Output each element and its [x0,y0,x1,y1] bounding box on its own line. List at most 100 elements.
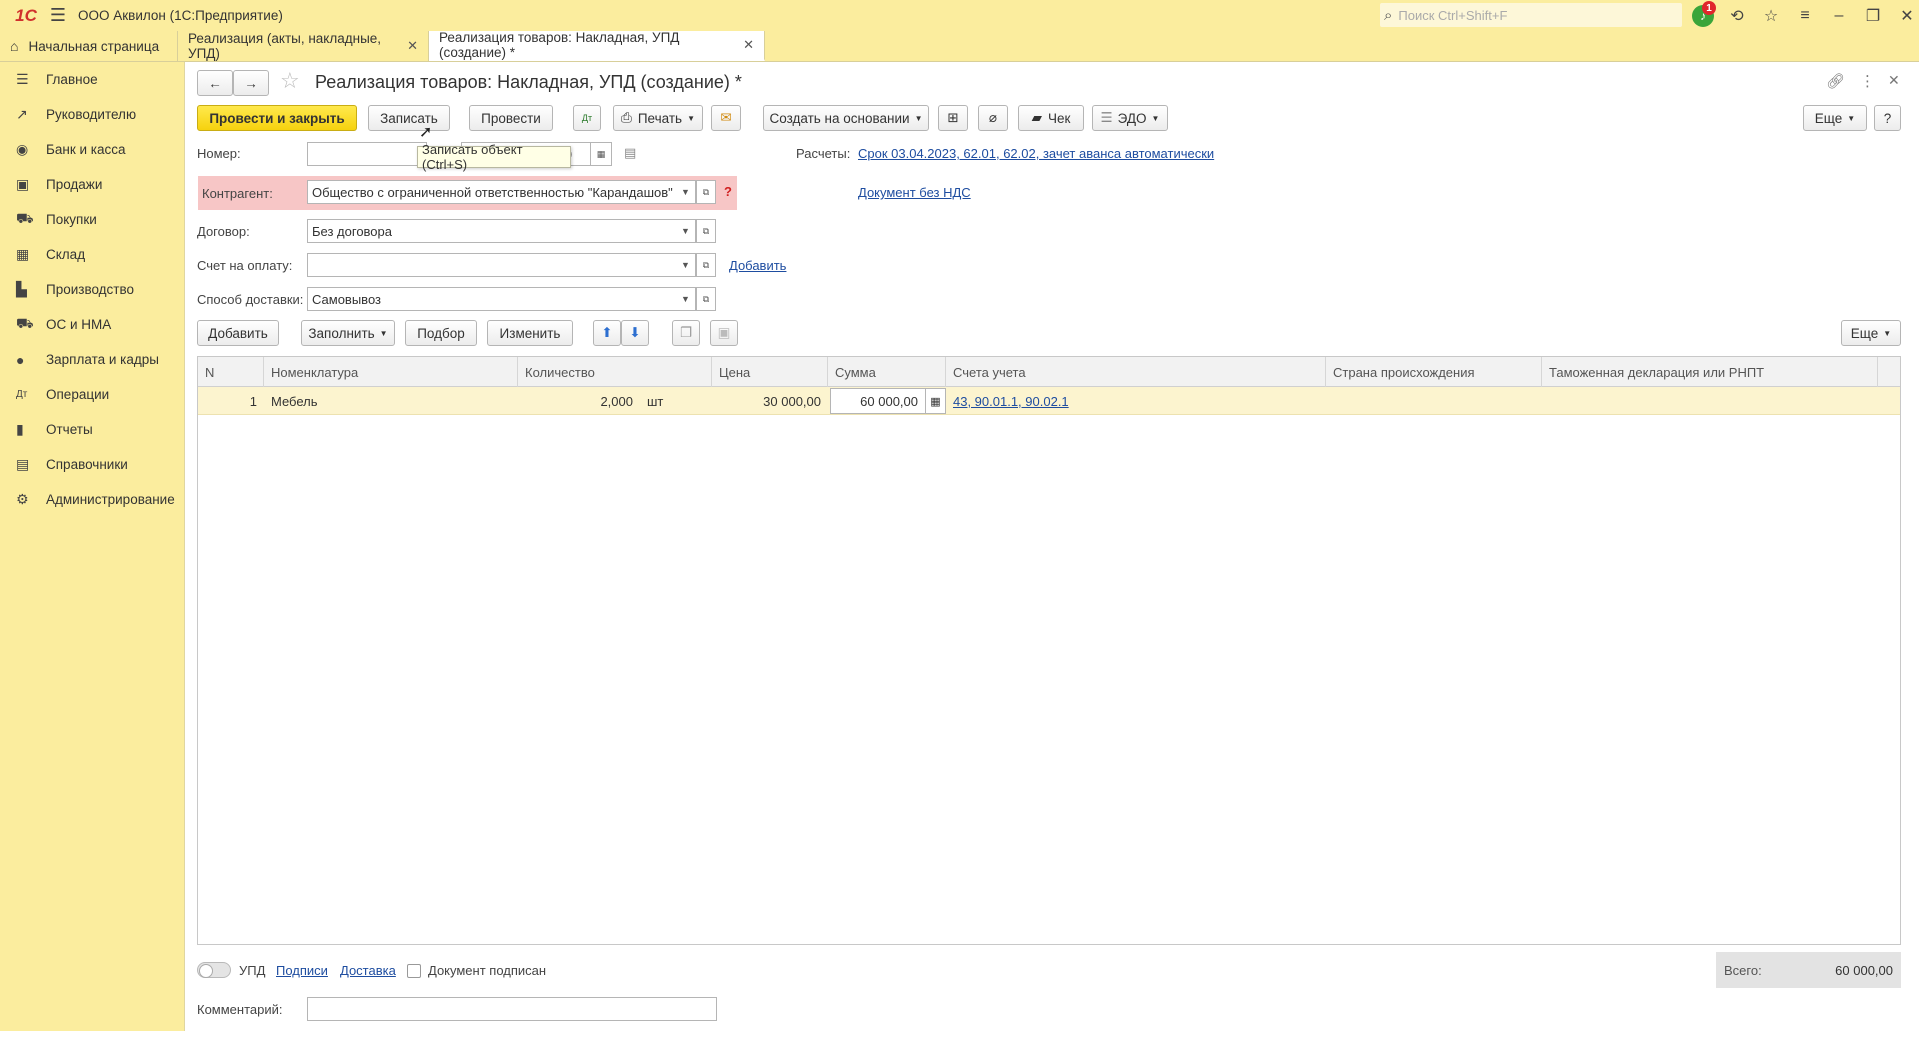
cell-unit[interactable]: шт [640,387,712,415]
column-country[interactable]: Страна происхождения [1326,357,1542,387]
minimize-icon[interactable]: – [1822,0,1856,31]
cell-price[interactable]: 30 000,00 [712,387,828,415]
delivery-dropdown-icon[interactable]: ▼ [676,287,696,311]
pick-button[interactable]: Подбор [405,320,477,346]
add-row-button[interactable]: Добавить [197,320,279,346]
counterparty-dropdown-icon[interactable]: ▼ [676,180,696,204]
copy-rows-icon[interactable]: ❐ [672,320,700,346]
comment-field[interactable] [307,997,717,1021]
more-button[interactable]: Еще ▼ [1803,105,1867,131]
signed-checkbox[interactable] [407,964,421,978]
goods-table: N Номенклатура Количество Цена Сумма Сче… [197,356,1901,945]
fill-button[interactable]: Заполнить ▼ [301,320,395,346]
delivery-field[interactable]: Самовывоз [307,287,677,311]
vat-link[interactable]: Документ без НДС [858,185,971,200]
edo-button[interactable]: ☰ ЭДО ▼ [1092,105,1168,131]
close-tab-icon[interactable]: ✕ [743,37,754,53]
structure-icon[interactable]: ⊞ [938,105,968,131]
invoice-field[interactable] [307,253,677,277]
close-window-icon[interactable]: ✕ [1890,0,1919,31]
column-accounts[interactable]: Счета учета [946,357,1326,387]
table-row[interactable]: 1 Мебель 2,000 шт 30 000,00 60 000,00 ▦ … [198,387,1900,415]
sidebar-item-main[interactable]: ☰ Главное [0,62,184,97]
change-button[interactable]: Изменить [487,320,573,346]
favorites-star-icon[interactable]: ☆ [1754,0,1788,31]
cell-sum-editor[interactable]: 60 000,00 [830,388,926,414]
delivery-link[interactable]: Доставка [340,963,396,978]
sidebar-item-assets[interactable]: ⛟ ОС и НМА [0,307,184,342]
sidebar-item-production[interactable]: ▙ Производство [0,272,184,307]
search-placeholder: Поиск Ctrl+Shift+F [1398,7,1508,23]
sidebar-item-salary[interactable]: ● Зарплата и кадры [0,342,184,377]
number-field[interactable] [307,142,427,166]
sidebar-item-sales[interactable]: ▣ Продажи [0,167,184,202]
column-qty[interactable]: Количество [518,357,712,387]
counterparty-field[interactable]: Общество с ограниченной ответственностью… [307,180,677,204]
attachment-icon[interactable]: ⌀ [978,105,1008,131]
restore-icon[interactable]: ❐ [1856,0,1890,31]
forward-button[interactable]: → [233,70,269,96]
tab-home[interactable]: ⌂ Начальная страница [0,31,178,61]
hamburger-menu-icon[interactable]: ☰ [44,0,72,31]
delivery-open-icon[interactable]: ⧉ [696,287,716,311]
notifications-bell-icon[interactable]: ♪ 1 [1686,0,1720,31]
back-button[interactable]: ← [197,70,233,96]
help-button[interactable]: ? [1874,105,1901,131]
cell-customs[interactable] [1542,387,1878,415]
sidebar-item-admin[interactable]: ⚙ Администрирование [0,482,184,517]
contract-open-icon[interactable]: ⧉ [696,219,716,243]
column-sum[interactable]: Сумма [828,357,946,387]
settlements-link[interactable]: Срок 03.04.2023, 62.01, 62.02, зачет ава… [858,146,1214,161]
paste-rows-icon[interactable]: ▣ [710,320,738,346]
search-input[interactable]: ⌕ Поиск Ctrl+Shift+F [1380,3,1682,27]
sidebar-item-catalogs[interactable]: ▤ Справочники [0,447,184,482]
contract-field[interactable]: Без договора [307,219,677,243]
sidebar-item-operations[interactable]: Дт Операции [0,377,184,412]
settings-menu-icon[interactable]: ≡ [1788,0,1822,31]
invoice-dropdown-icon[interactable]: ▼ [676,253,696,277]
cell-qty[interactable]: 2,000 [518,387,640,415]
close-form-icon[interactable]: ✕ [1888,72,1900,89]
post-button[interactable]: Провести [469,105,553,131]
table-more-button[interactable]: Еще ▼ [1841,320,1901,346]
save-button[interactable]: Записать [368,105,450,131]
counterparty-label: Контрагент: [202,186,273,201]
history-icon[interactable]: ⟲ [1720,0,1754,31]
invoice-open-icon[interactable]: ⧉ [696,253,716,277]
signatures-link[interactable]: Подписи [276,963,328,978]
receipt-button[interactable]: ▰ Чек [1018,105,1084,131]
tab-sales-list[interactable]: Реализация (акты, накладные, УПД) ✕ [178,31,429,61]
sidebar-item-reports[interactable]: ▮ Отчеты [0,412,184,447]
cell-country[interactable] [1326,387,1542,415]
counterparty-open-icon[interactable]: ⧉ [696,180,716,204]
create-based-on-button[interactable]: Создать на основании ▼ [763,105,929,131]
upd-toggle[interactable] [197,962,231,978]
dt-kt-postings-icon[interactable]: Дт [573,105,601,131]
column-customs[interactable]: Таможенная декларация или РНПТ [1542,357,1878,387]
column-n[interactable]: N [198,357,264,387]
add-invoice-link[interactable]: Добавить [729,258,786,273]
document-text-icon[interactable]: ▤ [624,145,636,161]
move-down-icon[interactable]: ⬇ [621,320,649,346]
email-icon[interactable]: ✉ [711,105,741,131]
cell-accounts-link[interactable]: 43, 90.01.1, 90.02.1 [946,387,1326,415]
close-tab-icon[interactable]: ✕ [407,38,418,54]
calculator-icon[interactable]: ▦ [926,388,946,414]
cell-item[interactable]: Мебель [264,387,474,415]
contract-dropdown-icon[interactable]: ▼ [676,219,696,243]
tab-sales-document[interactable]: Реализация товаров: Накладная, УПД (созд… [429,30,765,61]
sidebar-item-purchases[interactable]: ⛟ Покупки [0,202,184,237]
sidebar-item-warehouse[interactable]: ▦ Склад [0,237,184,272]
sidebar-item-bank[interactable]: ◉ Банк и касса [0,132,184,167]
link-icon[interactable]: 🔗︎ [1826,72,1845,90]
post-and-close-button[interactable]: Провести и закрыть [197,105,357,131]
sidebar-item-manager[interactable]: ↗ Руководителю [0,97,184,132]
favorite-star-icon[interactable]: ☆ [280,68,300,94]
counterparty-help-icon[interactable]: ? [724,184,732,199]
move-up-icon[interactable]: ⬆ [593,320,621,346]
column-item[interactable]: Номенклатура [264,357,518,387]
more-vertical-icon[interactable]: ⋮ [1860,72,1875,90]
print-button[interactable]: ⎙ Печать ▼ [613,105,703,131]
column-price[interactable]: Цена [712,357,828,387]
calendar-icon[interactable]: ▦ [590,142,612,166]
